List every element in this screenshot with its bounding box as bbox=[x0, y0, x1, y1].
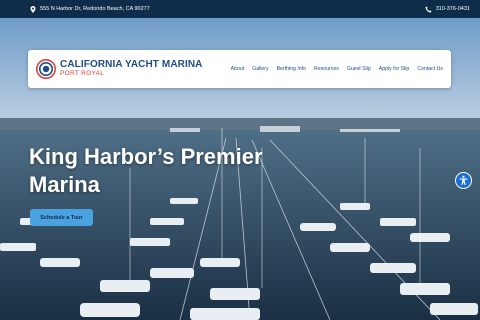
top-bar: 555 N Harbor Dr, Redondo Beach, CA 90277… bbox=[0, 0, 480, 18]
address-link[interactable]: 555 N Harbor Dr, Redondo Beach, CA 90277 bbox=[30, 5, 150, 13]
accessibility-icon bbox=[459, 175, 468, 185]
nav-guest-slip[interactable]: Guest Slip bbox=[347, 66, 371, 72]
nav-resources[interactable]: Resources bbox=[314, 66, 339, 72]
nav-contact-us[interactable]: Contact Us bbox=[417, 66, 443, 72]
brand-subtitle: PORT ROYAL bbox=[60, 70, 105, 78]
main-nav: About Gallery Berthing Info Resources Gu… bbox=[231, 66, 443, 72]
phone-text: 310-376-0431 bbox=[435, 6, 470, 12]
nav-gallery[interactable]: Gallery bbox=[252, 66, 268, 72]
logo-emblem-icon bbox=[36, 59, 56, 79]
phone-icon bbox=[425, 6, 432, 13]
nav-berthing-info[interactable]: Berthing Info bbox=[277, 66, 306, 72]
nav-about[interactable]: About bbox=[231, 66, 245, 72]
navigation-header: CALIFORNIA YACHT MARINA PORT ROYAL About… bbox=[28, 50, 451, 88]
map-pin-icon bbox=[30, 5, 36, 13]
site-logo[interactable]: CALIFORNIA YACHT MARINA PORT ROYAL bbox=[36, 59, 203, 79]
nav-apply-for-slip[interactable]: Apply for Slip bbox=[379, 66, 410, 72]
brand-title: CALIFORNIA YACHT MARINA bbox=[60, 59, 203, 71]
schedule-tour-button[interactable]: Schedule a Tour bbox=[30, 209, 93, 226]
hero-headline: King Harbor’s Premier Marina bbox=[29, 144, 263, 197]
accessibility-button[interactable] bbox=[455, 172, 472, 189]
address-text: 555 N Harbor Dr, Redondo Beach, CA 90277 bbox=[40, 6, 150, 12]
phone-link[interactable]: 310-376-0431 bbox=[425, 6, 470, 13]
